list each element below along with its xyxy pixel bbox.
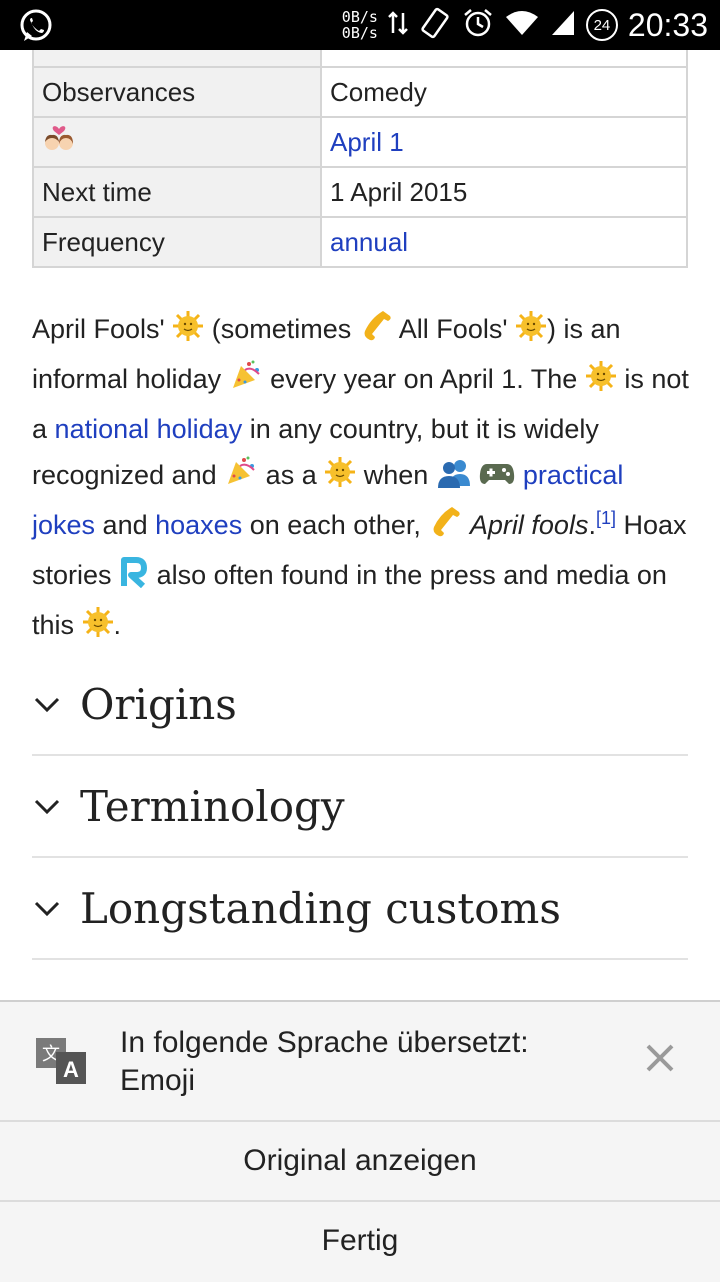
infobox-key — [32, 116, 322, 168]
infobox-value[interactable]: April 1 — [320, 116, 688, 168]
intro-paragraph: April Fools' (sometimes All Fools' ) is … — [32, 306, 692, 652]
text-run: when — [363, 460, 429, 490]
text-run: All Fools' — [398, 314, 508, 344]
section-title: Longstanding customs — [80, 883, 561, 933]
text-run: every year on April 1. The — [270, 364, 578, 394]
text-run: and — [102, 510, 148, 540]
sun-emoji-icon — [585, 360, 617, 406]
infobox-key: Next time — [32, 166, 322, 218]
infobox-key: Frequency — [32, 216, 322, 268]
chevron-down-icon — [34, 901, 60, 917]
national-holiday-link[interactable]: national holiday — [55, 414, 243, 444]
annual-link[interactable]: annual — [330, 227, 408, 257]
text-run: . — [113, 610, 122, 640]
infobox-key: Observances — [32, 66, 322, 118]
party-popper-emoji-icon — [229, 358, 263, 406]
alarm-icon — [462, 7, 494, 44]
clock: 20:33 — [627, 6, 708, 43]
sun-emoji-icon — [82, 606, 114, 652]
table-row: April 1 — [32, 116, 688, 168]
section-terminology[interactable]: Terminology — [32, 756, 688, 858]
couple-emoji-icon — [42, 125, 76, 161]
game-controller-emoji-icon — [479, 456, 515, 502]
italic-text: April fools — [469, 510, 589, 540]
section-title: Terminology — [80, 781, 345, 831]
table-cell — [320, 50, 688, 68]
whatsapp-icon — [18, 8, 54, 49]
data-transfer-icon — [388, 9, 408, 42]
network-speed: 0B/s 0B/s — [341, 8, 378, 42]
text-run: as a — [265, 460, 317, 490]
table-row: Frequency annual — [32, 216, 688, 268]
article-page: Observances Comedy April 1 Next time 1 A… — [0, 50, 720, 1000]
translate-bar: 文 A In folgende Sprache übersetzt: Emoji… — [0, 1000, 720, 1282]
sun-emoji-icon — [515, 310, 547, 356]
svg-text:A: A — [63, 1057, 79, 1082]
done-button[interactable]: Fertig — [0, 1202, 720, 1280]
signal-icon — [550, 9, 576, 42]
close-icon[interactable] — [644, 1042, 676, 1074]
party-popper-emoji-icon — [224, 454, 258, 502]
infobox-value: 1 April 2015 — [320, 166, 688, 218]
translate-message: In folgende Sprache übersetzt: Emoji — [120, 1024, 529, 1100]
telephone-emoji-icon — [428, 504, 462, 552]
table-row: Next time 1 April 2015 — [32, 166, 688, 218]
hoaxes-link[interactable]: hoaxes — [155, 510, 242, 540]
text-run: (sometimes — [211, 314, 352, 344]
infobox-table: Observances Comedy April 1 Next time 1 A… — [32, 50, 688, 268]
vibrate-icon — [418, 6, 452, 45]
reference-link[interactable]: [1] — [596, 508, 616, 528]
infobox-value: Comedy — [320, 66, 688, 118]
translate-icon: 文 A — [36, 1038, 86, 1089]
translate-bar-header: 文 A In folgende Sprache übersetzt: Emoji — [0, 1002, 720, 1122]
section-longstanding-customs[interactable]: Longstanding customs — [32, 858, 688, 960]
show-original-button[interactable]: Original anzeigen — [0, 1122, 720, 1202]
translate-language: Emoji — [120, 1064, 196, 1097]
chevron-down-icon — [34, 799, 60, 815]
april-1-link[interactable]: April 1 — [330, 127, 404, 157]
table-cell — [32, 50, 322, 68]
table-row — [32, 50, 688, 68]
table-row: Observances Comedy — [32, 66, 688, 118]
notification-count-badge: 24 — [585, 9, 618, 41]
infobox-value[interactable]: annual — [320, 216, 688, 268]
text-run: April Fools' — [32, 314, 165, 344]
people-emoji-icon — [436, 456, 472, 502]
section-title: Origins — [80, 679, 237, 729]
r-logo-icon — [119, 556, 149, 602]
text-run: on each other, — [249, 510, 421, 540]
wifi-icon — [504, 9, 540, 42]
section-origins[interactable]: Origins — [32, 654, 688, 756]
sun-emoji-icon — [324, 456, 356, 502]
sun-emoji-icon — [172, 310, 204, 356]
chevron-down-icon — [34, 697, 60, 713]
translate-message-text: In folgende Sprache übersetzt: — [120, 1026, 529, 1059]
text-run: . — [588, 510, 596, 540]
status-bar: 0B/s 0B/s 24 20:33 — [0, 0, 720, 50]
telephone-emoji-icon — [359, 308, 393, 356]
